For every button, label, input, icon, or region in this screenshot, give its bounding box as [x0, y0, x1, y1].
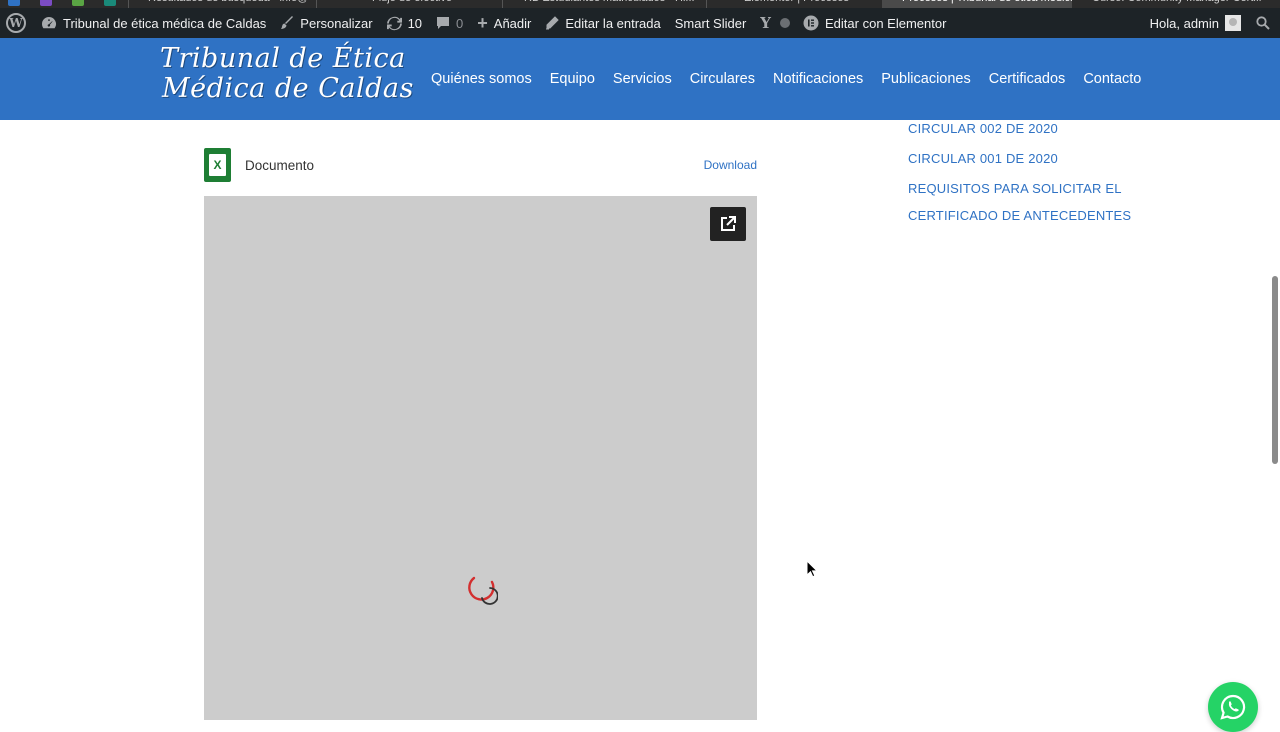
- seo-status: [778, 8, 796, 38]
- main-navigation: Quiénes somos Equipo Servicios Circulare…: [422, 38, 1150, 120]
- site-name-label: Tribunal de ética médica de Caldas: [63, 15, 267, 31]
- mouse-cursor-icon: [806, 560, 818, 578]
- wordpress-icon: W: [6, 13, 26, 33]
- sidebar-circulars: CIRCULAR 002 DE 2020 CIRCULAR 001 DE 202…: [908, 115, 1168, 229]
- account-menu[interactable]: Hola, admin: [1143, 8, 1248, 38]
- browser-tab[interactable]: Flujo de efectivo: [372, 0, 492, 8]
- search-icon: [1256, 16, 1270, 30]
- nav-item-circulares[interactable]: Circulares: [690, 71, 755, 87]
- nav-item-servicios[interactable]: Servicios: [613, 71, 672, 87]
- logo-line: Médica de Caldas: [162, 73, 414, 104]
- page-scrollbar[interactable]: [1272, 276, 1278, 464]
- document-title: Documento: [245, 157, 315, 173]
- edit-post-button[interactable]: Editar la entrada: [538, 8, 667, 38]
- open-external-button[interactable]: [710, 207, 746, 241]
- sidebar-link-requisitos[interactable]: REQUISITOS PARA SOLICITAR EL: [908, 175, 1168, 202]
- edit-elementor-label: Editar con Elementor: [825, 15, 947, 31]
- sidebar-link-circular-002[interactable]: CIRCULAR 002 DE 2020: [908, 115, 1168, 142]
- edit-elementor-button[interactable]: Editar con Elementor: [796, 8, 953, 38]
- elementor-icon: [803, 15, 819, 31]
- comment-icon: [436, 16, 450, 30]
- customize-label: Personalizar: [300, 15, 373, 31]
- status-dot-icon: [780, 18, 791, 28]
- whatsapp-icon: [1220, 694, 1246, 720]
- nav-item-equipo[interactable]: Equipo: [550, 71, 595, 87]
- browser-tab[interactable]: Curso: Community Manager Certifi...: [1092, 0, 1262, 8]
- customize-button[interactable]: Personalizar: [273, 8, 379, 38]
- comments-count: 0: [456, 15, 464, 31]
- add-new-button[interactable]: + Añadir: [470, 8, 538, 38]
- logo-line: Tribunal de Ética: [160, 43, 406, 74]
- tab-favicon: [8, 0, 20, 6]
- whatsapp-chat-button[interactable]: [1208, 682, 1258, 732]
- browser-tab[interactable]: Resultados de búsqueda - info@t...: [148, 0, 308, 8]
- updates-button[interactable]: 10: [380, 8, 429, 38]
- paintbrush-icon: [280, 16, 294, 30]
- excel-letter: X: [209, 154, 226, 176]
- pencil-icon: [545, 16, 560, 30]
- yoast-seo-menu[interactable]: Y: [753, 8, 778, 38]
- site-name-menu[interactable]: Tribunal de ética médica de Caldas: [34, 8, 273, 38]
- tab-favicon: [104, 0, 116, 6]
- nav-item-certificados[interactable]: Certificados: [989, 71, 1066, 87]
- wp-logo-menu[interactable]: W: [0, 8, 34, 38]
- sidebar-link-requisitos-cont[interactable]: CERTIFICADO DE ANTECEDENTES: [908, 202, 1168, 229]
- tab-favicon: [40, 0, 52, 6]
- browser-tab-active[interactable]: Procesos | Tribunal de ética médica...: [882, 0, 1072, 8]
- sidebar-link-circular-001[interactable]: CIRCULAR 001 DE 2020: [908, 145, 1168, 172]
- yoast-icon: Y: [760, 14, 772, 32]
- dashboard-icon: [41, 16, 57, 30]
- comments-button[interactable]: 0: [429, 8, 470, 38]
- plus-icon: +: [477, 12, 488, 33]
- add-new-label: Añadir: [493, 15, 532, 31]
- avatar: [1225, 15, 1241, 31]
- document-header: X Documento Download: [204, 148, 757, 182]
- browser-tab-strip: Resultados de búsqueda - info@t... Flujo…: [0, 0, 1280, 8]
- site-logo[interactable]: Tribunal de Ética Médica de Caldas: [160, 43, 414, 114]
- loading-spinner-icon: [468, 576, 498, 605]
- nav-item-notificaciones[interactable]: Notificaciones: [773, 71, 863, 87]
- download-link[interactable]: Download: [704, 158, 757, 172]
- edit-post-label: Editar la entrada: [565, 15, 661, 31]
- smart-slider-button[interactable]: Smart Slider: [668, 8, 754, 38]
- wp-admin-bar: W Tribunal de ética médica de Caldas Per…: [0, 8, 1280, 38]
- smart-slider-label: Smart Slider: [674, 15, 747, 31]
- nav-item-quienes-somos[interactable]: Quiénes somos: [431, 71, 532, 87]
- site-header: Tribunal de Ética Médica de Caldas Quién…: [0, 38, 1280, 120]
- open-external-icon: [721, 216, 736, 231]
- updates-count: 10: [407, 15, 423, 31]
- document-viewer[interactable]: [204, 196, 757, 720]
- excel-file-icon: X: [204, 148, 231, 182]
- refresh-icon: [386, 16, 402, 31]
- admin-search-button[interactable]: [1248, 8, 1280, 38]
- nav-item-publicaciones[interactable]: Publicaciones: [881, 71, 970, 87]
- nav-item-contacto[interactable]: Contacto: [1083, 71, 1141, 87]
- tab-favicon: [72, 0, 84, 6]
- browser-tab[interactable]: Elementor | Procesos: [744, 0, 864, 8]
- browser-tab[interactable]: RB Estudiantes matriculados - Hi...: [524, 0, 694, 8]
- greeting-label: Hola, admin: [1149, 15, 1219, 31]
